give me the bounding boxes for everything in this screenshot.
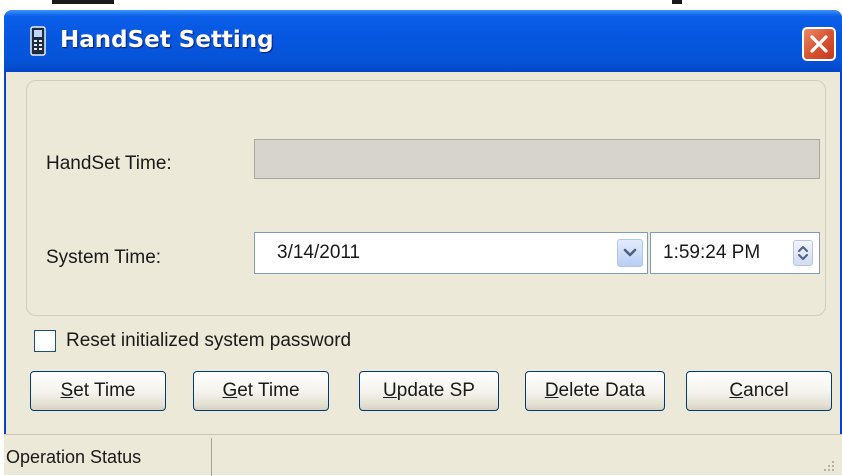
background-mark [52, 0, 114, 4]
date-dropdown-button[interactable] [617, 239, 643, 267]
status-pane: Operation Status [4, 438, 212, 476]
background-mark [672, 0, 682, 4]
update-sp-label: pdate SP [396, 380, 475, 401]
window-title: HandSet Setting [60, 27, 274, 53]
system-date-value: 3/14/2011 [277, 242, 361, 263]
delete-data-label: elete Data [558, 380, 646, 401]
get-time-label: et Time [237, 380, 300, 401]
set-time-button[interactable]: Set Time [30, 371, 166, 411]
status-bar: Operation Status [4, 434, 842, 476]
update-sp-button[interactable]: Update SP [359, 371, 499, 411]
reset-password-label[interactable]: Reset initialized system password [66, 329, 351, 353]
time-spinner[interactable] [793, 240, 813, 266]
system-time-picker[interactable]: 1:59:24 PM [650, 232, 820, 274]
handset-time-label: HandSet Time: [46, 153, 172, 174]
set-time-mnemonic: S [60, 380, 74, 401]
handset-icon [30, 26, 46, 56]
operation-status-text: Operation Status [6, 447, 142, 467]
set-time-label: et Time [73, 380, 136, 401]
chevron-down-icon [623, 248, 637, 257]
time-settings-group [26, 80, 826, 316]
close-button[interactable] [802, 27, 836, 61]
spinner-arrows-icon [798, 246, 808, 260]
handset-time-field [254, 139, 820, 179]
resize-grip-icon[interactable] [822, 459, 836, 473]
title-bar[interactable]: HandSet Setting [4, 10, 842, 72]
system-date-picker[interactable]: 3/14/2011 [254, 232, 648, 274]
system-time-value: 1:59:24 PM [663, 242, 761, 263]
cancel-mnemonic: C [729, 380, 744, 401]
get-time-button[interactable]: Get Time [193, 371, 329, 411]
update-sp-mnemonic: U [383, 380, 397, 401]
close-icon [810, 35, 828, 53]
cancel-label: ancel [743, 380, 789, 401]
cancel-button[interactable]: Cancel [686, 371, 832, 411]
get-time-mnemonic: G [222, 380, 238, 401]
reset-password-checkbox[interactable] [34, 330, 56, 352]
delete-data-mnemonic: D [544, 380, 559, 401]
delete-data-button[interactable]: Delete Data [525, 371, 665, 411]
system-time-label: System Time: [46, 247, 162, 268]
